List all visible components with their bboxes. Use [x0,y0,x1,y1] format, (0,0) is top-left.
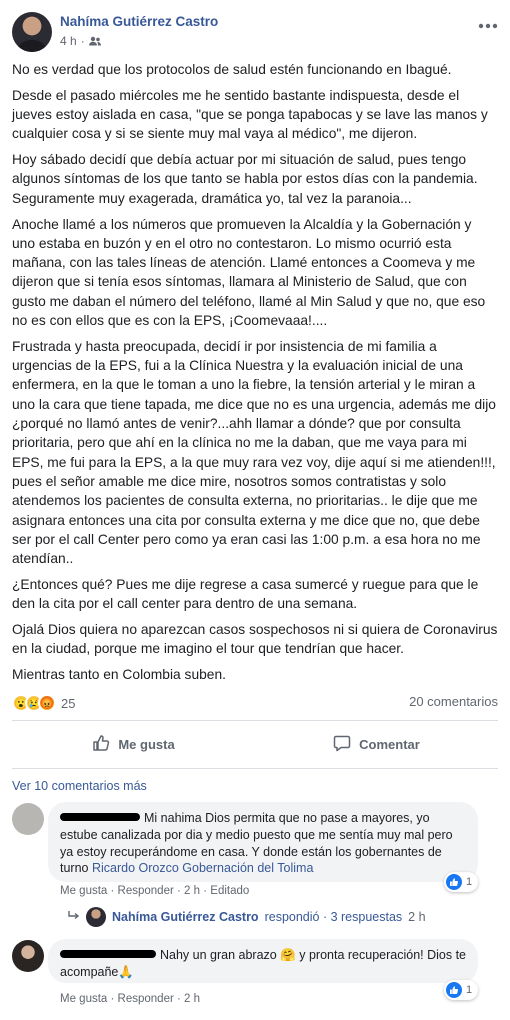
post-meta: 4 h · [60,34,101,48]
post-text: No es verdad que los protocolos de salud… [12,60,498,691]
reply-count-text: respondió · 3 respuestas [264,910,403,924]
thumbs-up-icon [446,982,462,998]
divider [12,768,498,769]
angry-reaction-icon: 😡 [38,694,56,712]
reply-author-name: Nahíma Gutiérrez Castro [112,910,259,924]
comment-reaction-count: 1 [466,984,473,996]
see-more-comments-link[interactable]: Ver 10 comentarios más [12,779,147,793]
post-paragraph: No es verdad que los protocolos de salud… [12,62,452,77]
redacted-name [60,950,156,958]
comment-like-link[interactable]: Me gusta [60,885,107,897]
comment-label: Comentar [359,736,420,752]
post-paragraph: Hoy sábado decidí que debía actuar por m… [12,152,478,206]
author-avatar[interactable] [12,12,52,52]
author-name[interactable]: Nahíma Gutiérrez Castro [60,14,218,29]
comment-tags[interactable]: Ricardo Orozco Gobernación del Tolima [92,861,313,875]
friends-icon [88,36,101,46]
post-actions: Me gusta Comentar [12,726,498,762]
post-card: Nahíma Gutiérrez Castro 4 h · No es verd… [0,0,510,775]
comment-meta: Me gusta · Responder · 2 h · Editado [60,885,250,897]
comments-count[interactable]: 20 comentarios [409,694,498,709]
post-paragraph: Frustrada y hasta preocupada, decidí ir … [12,338,496,567]
post-header: Nahíma Gutiérrez Castro 4 h · [12,12,498,52]
reactions-summary[interactable]: 😮 😢 😡 25 [12,692,75,714]
post-paragraph: Desde el pasado miércoles me he sentido … [12,87,488,142]
post-paragraph: Anoche llamé a los números que promueven… [12,216,486,329]
thumbs-up-icon [92,734,110,755]
like-button[interactable]: Me gusta [12,726,255,762]
comment-like-link[interactable]: Me gusta [60,993,107,1005]
comment-reply-link[interactable]: Responder [118,885,174,897]
reply-time: 2 h [408,910,426,924]
reaction-count: 25 [61,695,76,711]
comment-reaction-count: 1 [466,876,473,888]
post-paragraph: Ojalá Dios quiera no aparezcan casos sos… [12,622,498,657]
commenter-avatar[interactable] [12,940,44,972]
comment-bubble: Mi nahima Dios permita que no pase a may… [48,802,478,882]
divider [12,720,498,721]
comment-bubble-icon [333,734,351,755]
redacted-name [60,813,140,821]
comment-time[interactable]: 2 h [184,993,200,1005]
reply-arrow-icon [68,910,80,924]
comments-section: Ver 10 comentarios más Mi nahima Dios pe… [0,775,510,1020]
replies-summary[interactable]: Nahíma Gutiérrez Castro respondió · 3 re… [68,907,426,927]
post-paragraph: ¿Entonces qué? Pues me dije regrese a ca… [12,576,479,612]
commenter-avatar[interactable] [12,803,44,835]
like-label: Me gusta [118,736,175,752]
reply-author-avatar [86,907,106,927]
thumbs-up-icon [446,874,462,890]
comment-reactions[interactable]: 1 [444,872,479,892]
more-options-icon[interactable] [478,16,498,29]
comment-time[interactable]: 2 h [184,885,200,897]
comment-reply-link[interactable]: Responder [118,993,174,1005]
comment-edited: Editado [210,885,250,897]
comment-bubble: Nahy un gran abrazo 🤗 y pronta recuperac… [48,939,478,983]
comment-reactions[interactable]: 1 [444,980,479,1000]
post-paragraph: Mientras tanto en Colombia suben. [12,667,226,683]
comment-meta: Me gusta · Responder · 2 h [60,993,201,1005]
post-time[interactable]: 4 h [60,34,77,48]
comment-button[interactable]: Comentar [255,726,498,762]
